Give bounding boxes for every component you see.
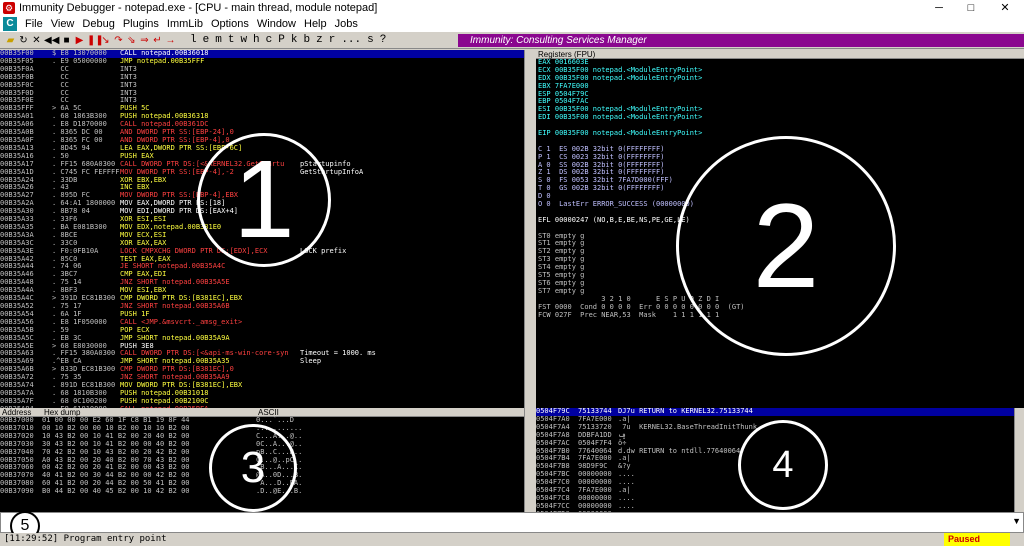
menu-plugins[interactable]: Plugins: [119, 18, 163, 30]
disasm-row[interactable]: 00B35F0C CC INT3: [0, 80, 524, 90]
stack-comment: DJ7u RETURN to KERNEL32.75133744: [618, 408, 753, 415]
trace-into-icon[interactable]: ⇘: [126, 34, 137, 47]
stack-scrollbar[interactable]: [1014, 408, 1024, 512]
window-title: Immunity Debugger - notepad.exe - [CPU -…: [19, 2, 378, 14]
annotation-circle-3: 3: [209, 424, 297, 512]
toolbar-executables[interactable]: e: [203, 34, 210, 46]
menu-debug[interactable]: Debug: [78, 18, 118, 30]
menu-view[interactable]: View: [47, 18, 79, 30]
restart-icon[interactable]: ↻: [18, 34, 29, 47]
title-bar: ⚙ Immunity Debugger - notepad.exe - [CPU…: [0, 0, 1024, 16]
status-message: [11:29:52] Program entry point: [4, 534, 167, 544]
menu-window[interactable]: Window: [253, 18, 300, 30]
toolbar-threads[interactable]: t: [228, 34, 235, 46]
pause-icon[interactable]: ❚❚: [87, 34, 104, 47]
toolbar-help[interactable]: ?: [380, 34, 387, 46]
register-line: ESP 0504F79C: [538, 89, 589, 98]
register-line: EDX 00B35F00 notepad.<ModuleEntryPoint>: [538, 73, 703, 82]
menu-immlib[interactable]: ImmLib: [163, 18, 207, 30]
toolbar-hw-breakpoints[interactable]: z: [316, 34, 323, 46]
dump-col-address[interactable]: Address: [2, 408, 44, 417]
disasm-instruction: INT3: [120, 88, 137, 97]
minimize-button[interactable]: ─: [924, 0, 954, 16]
annotation-circle-4: 4: [738, 420, 828, 510]
register-line: EBX 7FA7E000: [538, 81, 589, 90]
disassembly-scrollbar[interactable]: [524, 50, 534, 408]
disasm-instruction: JNZ SHORT notepad.00B35A6B: [120, 302, 230, 310]
toolbar-handles[interactable]: h: [253, 34, 260, 46]
disasm-row[interactable]: 00B35F0B CC INT3: [0, 72, 524, 82]
trace-over-icon[interactable]: ⇒: [139, 34, 150, 47]
stack-comment: 7u KERNEL32.BaseThreadInitThunk: [618, 422, 758, 431]
disasm-instruction: INT3: [120, 72, 137, 81]
menu-jobs[interactable]: Jobs: [331, 18, 362, 30]
disasm-instruction: JMP notepad.00B35FFF: [120, 56, 205, 65]
close-button[interactable]: ✕: [990, 0, 1020, 16]
disasm-instruction: INT3: [120, 64, 137, 73]
command-input[interactable]: [1, 513, 1001, 532]
disasm-row[interactable]: 00B35F0A CC INT3: [0, 64, 524, 74]
toolbar-memory[interactable]: m: [215, 34, 222, 46]
dump-scrollbar[interactable]: [524, 408, 534, 512]
disasm-instruction: INT3: [120, 96, 137, 105]
toolbar-log[interactable]: l: [190, 34, 197, 46]
app-icon: ⚙: [3, 2, 15, 14]
annotation-circle-2: 2: [676, 136, 896, 356]
status-bar: [11:29:52] Program entry point Paused: [0, 533, 1024, 546]
goto-icon[interactable]: →: [165, 34, 176, 47]
disasm-row[interactable]: 00B35A48. 75 14 JNZ SHORT notepad.00B35A5…: [0, 278, 524, 287]
toolbar-references[interactable]: r: [329, 34, 336, 46]
menu-bar: C File View Debug Plugins ImmLib Options…: [0, 16, 1024, 32]
dump-col-hex[interactable]: Hex dump: [44, 408, 258, 417]
disasm-row[interactable]: 00B35F05. E9 05000000 JMP notepad.00B35FF…: [0, 56, 524, 66]
consulting-banner[interactable]: Immunity: Consulting Services Manager: [458, 34, 1024, 47]
toolbar-windows[interactable]: w: [240, 34, 247, 46]
disasm-instruction: CALL <JMP.&msvcrt._amsg_exit>: [120, 317, 243, 326]
dump-address: 00B37090: [0, 487, 34, 496]
open-icon[interactable]: ▰: [5, 34, 16, 47]
disasm-row[interactable]: 00B35A56. E8 1F050000 CALL <JMP.&msvcrt._…: [0, 317, 524, 327]
menu-options[interactable]: Options: [207, 18, 253, 30]
step-over-icon[interactable]: ↷: [113, 34, 124, 47]
annotation-circle-1: 1: [197, 133, 331, 267]
rewind-icon[interactable]: ◀◀: [44, 34, 59, 47]
toolbar-breakpoints[interactable]: b: [303, 34, 310, 46]
toolbar-patches[interactable]: P: [278, 34, 285, 46]
stack-comment: d.dw RETURN to ntdll.77640064: [618, 446, 741, 455]
run-icon[interactable]: ▶: [74, 34, 85, 47]
disasm-row[interactable]: 00B35F0D CC INT3: [0, 88, 524, 98]
status-badge: Paused: [944, 533, 1010, 546]
step-into-icon[interactable]: ↘: [100, 34, 111, 47]
immunity-logo-icon: C: [3, 17, 17, 31]
dump-col-ascii[interactable]: ASCII: [258, 408, 279, 417]
command-bar[interactable]: ▼: [0, 512, 1024, 533]
execute-till-return-icon[interactable]: ↵: [152, 34, 163, 47]
close-file-icon[interactable]: ✕: [31, 34, 42, 47]
menu-file[interactable]: File: [21, 18, 47, 30]
stop-icon[interactable]: ■: [61, 34, 72, 47]
toolbar-run-trace[interactable]: ...: [341, 34, 361, 46]
disasm-instruction: INT3: [120, 80, 137, 89]
menu-help[interactable]: Help: [300, 18, 331, 30]
register-line: EDI 00B35F00 notepad.<ModuleEntryPoint>: [538, 113, 703, 122]
maximize-button[interactable]: □: [956, 0, 986, 16]
toolbar-callstack[interactable]: k: [291, 34, 298, 46]
registers-header: Registers (FPU): [536, 50, 1024, 59]
disasm-comment: Sleep: [300, 357, 322, 366]
toolbar-source[interactable]: s: [367, 34, 374, 46]
toolbar-cpu[interactable]: c: [266, 34, 273, 46]
chevron-down-icon[interactable]: ▼: [1012, 516, 1021, 526]
